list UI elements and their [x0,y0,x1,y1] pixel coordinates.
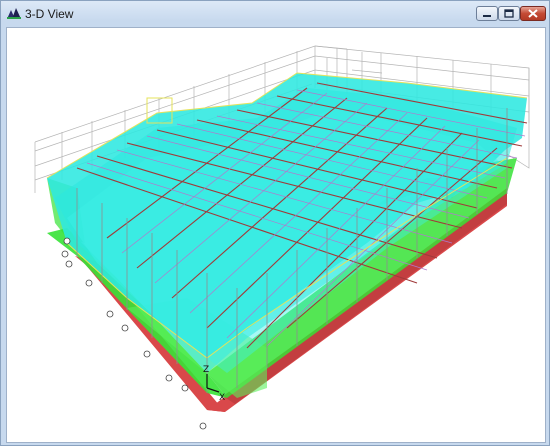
app-icon [7,8,21,19]
maximize-button[interactable] [498,6,520,21]
close-icon [528,9,538,18]
maximize-icon [504,9,514,18]
window-title: 3-D View [25,7,74,21]
close-button[interactable] [520,6,546,21]
view-window: 3-D View Z X [0,0,550,446]
structure-3d-model: Z X [34,45,530,430]
axis-label-z: Z [203,365,209,375]
title-bar[interactable]: 3-D View [1,1,549,27]
3d-viewport[interactable]: Z X [6,27,546,443]
minimize-button[interactable] [476,6,498,21]
axis-label-x: X [219,393,225,403]
minimize-icon [483,15,491,17]
